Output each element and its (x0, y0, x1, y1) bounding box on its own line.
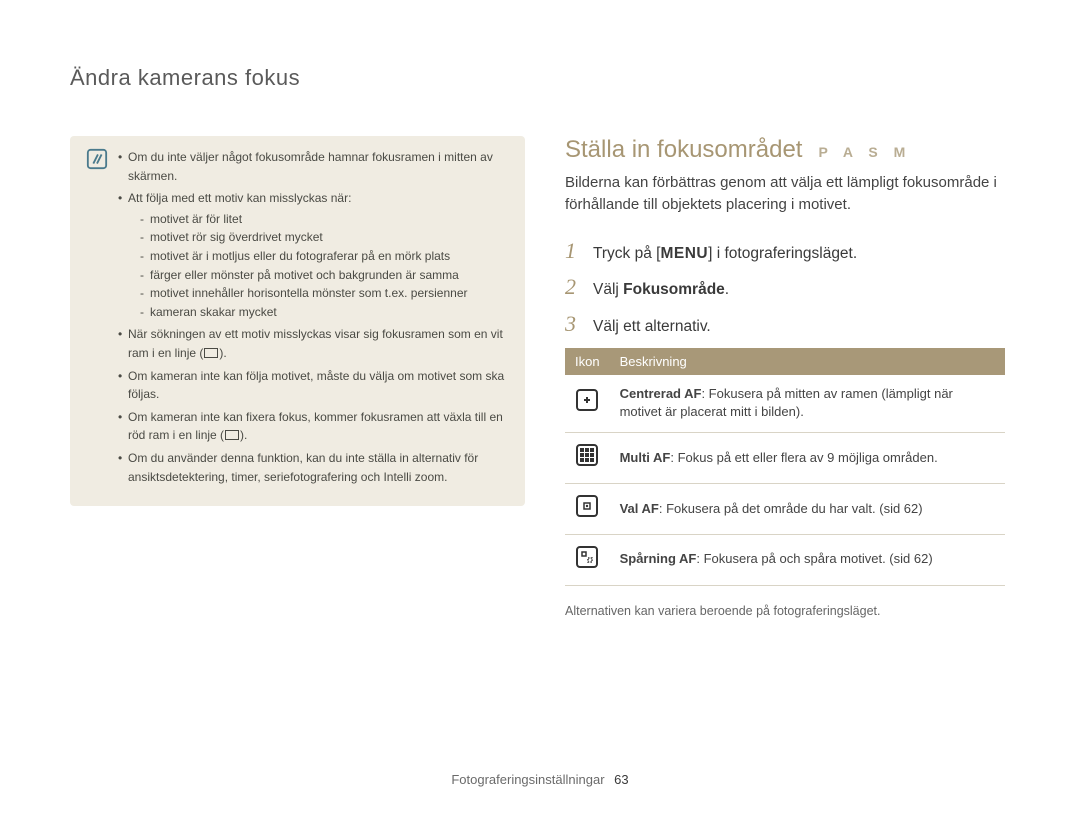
footer-label: Fotograferingsinställningar (451, 772, 604, 787)
note-item: Om du inte väljer något fokusområde hamn… (118, 148, 509, 185)
tracking-af-icon (575, 545, 599, 569)
note-sub-item: motivet rör sig överdrivet mycket (140, 228, 509, 247)
note-item-text: ). (219, 346, 226, 360)
note-item-text: När sökningen av ett motiv misslyckas vi… (128, 327, 503, 360)
note-sub-item: färger eller mönster på motivet och bakg… (140, 266, 509, 285)
note-sub-item: kameran skakar mycket (140, 303, 509, 322)
center-af-icon (575, 388, 599, 412)
step-number: 2 (565, 274, 583, 300)
section-intro: Bilderna kan förbättras genom att välja … (565, 172, 1005, 216)
table-header-icon: Ikon (565, 348, 610, 375)
table-row: Spårning AF: Fokusera på och spåra motiv… (565, 534, 1005, 585)
note-item: Om kameran inte kan fixera fokus, kommer… (118, 408, 509, 445)
selection-af-icon (575, 494, 599, 518)
step-text: Välj ett alternativ. (593, 316, 711, 338)
multi-af-icon (575, 443, 599, 467)
table-row: Centrerad AF: Fokusera på mitten av rame… (565, 375, 1005, 433)
af-icon-cell (565, 484, 610, 535)
info-icon (86, 148, 108, 170)
frame-icon (225, 430, 239, 440)
footer: Fotograferingsinställningar 63 (70, 772, 1010, 787)
table-cell-bold: Spårning AF (620, 551, 697, 566)
table-cell-text: : Fokus på ett eller flera av 9 möjliga … (670, 450, 937, 465)
menu-icon: MENU (660, 245, 708, 262)
step-text: Välj Fokusområde. (593, 279, 729, 301)
note-sub-item: motivet är i motljus eller du fotografer… (140, 247, 509, 266)
table-cell-text: : Fokusera på och spåra motivet. (sid 62… (696, 551, 932, 566)
step-text-part: Tryck på [ (593, 245, 660, 262)
table-cell-desc: Multi AF: Fokus på ett eller flera av 9 … (610, 433, 1005, 484)
af-icon-cell (565, 433, 610, 484)
note-list: Om du inte väljer något fokusområde hamn… (118, 148, 509, 490)
page-number: 63 (614, 772, 628, 787)
steps-list: 1 Tryck på [MENU] i fotograferingsläget.… (565, 238, 1005, 338)
step-number: 1 (565, 238, 583, 264)
step-text: Tryck på [MENU] i fotograferingsläget. (593, 243, 857, 265)
note-sub-item: motivet är för litet (140, 210, 509, 229)
step-item: 2 Välj Fokusområde. (565, 274, 1005, 301)
note-item: Om kameran inte kan följa motivet, måste… (118, 367, 509, 404)
table-cell-bold: Val AF (620, 501, 659, 516)
step-text-part: Välj (593, 281, 623, 298)
step-number: 3 (565, 311, 583, 337)
note-item-text: ). (240, 428, 247, 442)
table-cell-bold: Centrerad AF (620, 386, 702, 401)
note-sub-item: motivet innehåller horisontella mönster … (140, 284, 509, 303)
table-cell-desc: Val AF: Fokusera på det område du har va… (610, 484, 1005, 535)
table-row: Multi AF: Fokus på ett eller flera av 9 … (565, 433, 1005, 484)
table-cell-text: : Fokusera på det område du har valt. (s… (659, 501, 923, 516)
section-caption: Alternativen kan variera beroende på fot… (565, 604, 1005, 618)
af-icon-cell (565, 534, 610, 585)
note-item: Om du använder denna funktion, kan du in… (118, 449, 509, 486)
step-item: 3 Välj ett alternativ. (565, 311, 1005, 338)
step-text-part: ] i fotograferingsläget. (708, 245, 857, 262)
note-sub-list: motivet är för litet motivet rör sig öve… (128, 210, 509, 322)
step-item: 1 Tryck på [MENU] i fotograferingsläget. (565, 238, 1005, 265)
table-cell-bold: Multi AF (620, 450, 671, 465)
note-item-text: Om kameran inte kan fixera fokus, kommer… (128, 410, 503, 443)
step-text-part: . (725, 281, 729, 298)
table-header-desc: Beskrivning (610, 348, 1005, 375)
note-box: Om du inte väljer något fokusområde hamn… (70, 136, 525, 506)
table-cell-desc: Spårning AF: Fokusera på och spåra motiv… (610, 534, 1005, 585)
options-table: Ikon Beskrivning Centrerad AF: Fokusera … (565, 348, 1005, 586)
frame-icon (204, 348, 218, 358)
note-item-text: Att följa med ett motiv kan misslyckas n… (128, 191, 351, 205)
step-text-bold: Fokusområde (623, 281, 725, 298)
note-item: Att följa med ett motiv kan misslyckas n… (118, 189, 509, 321)
page-title: Ändra kamerans fokus (70, 65, 1010, 91)
note-item: När sökningen av ett motiv misslyckas vi… (118, 325, 509, 362)
table-row: Val AF: Fokusera på det område du har va… (565, 484, 1005, 535)
af-icon-cell (565, 375, 610, 433)
section-title: Ställa in fokusområdet (565, 136, 802, 164)
section-modes: P A S M (818, 144, 911, 160)
table-cell-desc: Centrerad AF: Fokusera på mitten av rame… (610, 375, 1005, 433)
